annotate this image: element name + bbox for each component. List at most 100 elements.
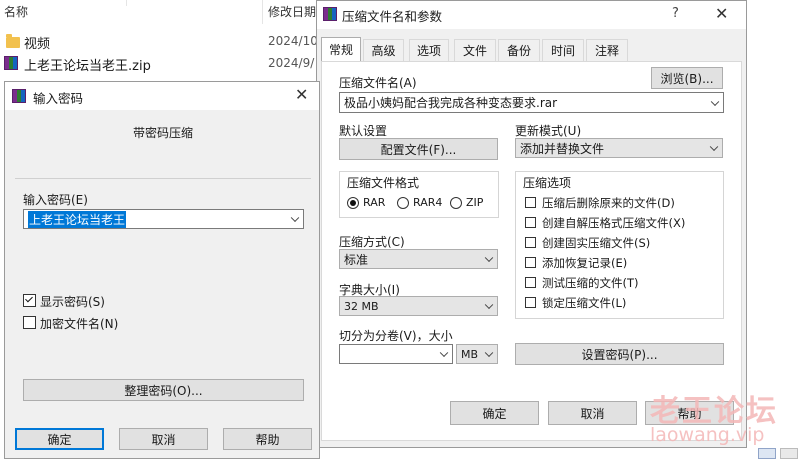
column-header-date[interactable]: 修改日期 <box>268 3 316 20</box>
split-volume-input[interactable] <box>339 344 453 364</box>
chevron-down-icon[interactable] <box>439 348 449 358</box>
close-icon[interactable]: ✕ <box>715 4 728 23</box>
radio-unselected <box>450 197 462 209</box>
option-test-archive[interactable]: 测试压缩的文件(T) <box>525 275 720 291</box>
option-label: 添加恢复记录(E) <box>542 256 628 270</box>
password-field-label: 输入密码(E) <box>23 193 88 207</box>
checkbox-checked <box>23 294 36 307</box>
option-lock-archive[interactable]: 锁定压缩文件(L) <box>525 295 720 311</box>
format-zip-label: ZIP <box>466 196 484 209</box>
option-recovery-record[interactable]: 添加恢复记录(E) <box>525 255 720 271</box>
help-icon[interactable]: ? <box>672 6 679 21</box>
tab-comment[interactable]: 注释 <box>586 39 628 61</box>
option-sfx[interactable]: 创建自解压格式压缩文件(X) <box>525 215 720 231</box>
archive-name-label: 压缩文件名(A) <box>339 76 417 90</box>
chevron-down-icon <box>484 300 494 310</box>
checkbox <box>23 316 36 329</box>
default-settings-label: 默认设置 <box>339 124 388 138</box>
update-mode-label: 更新模式(U) <box>515 124 582 138</box>
title-bar[interactable]: 输入密码 ✕ <box>5 82 319 110</box>
chevron-down-icon <box>484 253 494 263</box>
file-name: 上老王论坛当老王.zip <box>24 59 151 74</box>
checkbox <box>525 217 536 228</box>
dictionary-size-select[interactable]: 32 MB <box>339 296 498 316</box>
format-rar-radio[interactable]: RAR <box>347 196 395 211</box>
cancel-button[interactable]: 取消 <box>119 428 208 450</box>
chevron-down-icon <box>484 348 494 358</box>
browse-button[interactable]: 浏览(B)... <box>651 67 723 89</box>
column-divider[interactable] <box>262 0 263 24</box>
archive-name-input[interactable]: 极品小姨妈配合我完成各种变态要求.rar <box>339 92 724 113</box>
tab-time[interactable]: 时间 <box>542 39 584 61</box>
password-value: 上老王论坛当老王 <box>28 210 127 228</box>
title-bar[interactable]: 压缩文件名和参数 ? ✕ <box>317 1 746 29</box>
folder-icon <box>6 34 20 48</box>
ok-button[interactable]: 确定 <box>450 401 539 425</box>
column-header-name[interactable]: 名称 <box>4 3 28 20</box>
file-name: 视频 <box>24 37 51 52</box>
ok-button[interactable]: 确定 <box>15 428 104 450</box>
password-dialog: 输入密码 ✕ 带密码压缩 输入密码(E) 上老王论坛当老王 显示密码(S) 加密… <box>4 81 320 459</box>
option-label: 测试压缩的文件(T) <box>542 276 639 290</box>
compression-method-value: 标准 <box>344 252 369 267</box>
chevron-down-icon[interactable] <box>290 213 300 223</box>
set-password-button[interactable]: 设置密码(P)... <box>515 343 724 365</box>
option-label: 压缩后删除原来的文件(D) <box>542 196 675 210</box>
tab-strip: 常规 高级 选项 文件 备份 时间 注释 <box>321 37 741 61</box>
split-volume-label: 切分为分卷(V)，大小 <box>339 329 453 343</box>
show-password-checkbox[interactable]: 显示密码(S) <box>23 292 173 309</box>
format-rar4-radio[interactable]: RAR4 <box>397 196 449 211</box>
cancel-button[interactable]: 取消 <box>548 401 637 425</box>
option-delete-after[interactable]: 压缩后删除原来的文件(D) <box>525 195 720 211</box>
list-item[interactable]: 上老王论坛当老王.zip 2024/9/ <box>0 52 318 74</box>
checkbox <box>525 237 536 248</box>
tab-general[interactable]: 常规 <box>321 37 361 61</box>
checkbox <box>525 257 536 268</box>
split-unit-select[interactable]: MB <box>456 344 498 364</box>
archive-name-value: 极品小姨妈配合我完成各种变态要求.rar <box>344 96 558 110</box>
archive-name-dialog: 压缩文件名和参数 ? ✕ 常规 高级 选项 文件 备份 时间 注释 压缩文件名(… <box>316 0 747 448</box>
chevron-down-icon[interactable] <box>710 97 720 106</box>
archive-icon <box>4 56 18 70</box>
close-icon[interactable]: ✕ <box>295 85 308 104</box>
watermark-url: laowang.vip <box>650 424 765 446</box>
format-zip-radio[interactable]: ZIP <box>450 196 495 211</box>
format-rar4-label: RAR4 <box>413 196 443 209</box>
organize-passwords-button[interactable]: 整理密码(O)... <box>23 379 304 401</box>
password-input[interactable]: 上老王论坛当老王 <box>23 209 304 229</box>
dictionary-size-value: 32 MB <box>344 299 379 313</box>
chevron-down-icon <box>709 142 719 152</box>
tab-files[interactable]: 文件 <box>454 39 496 61</box>
tab-advanced[interactable]: 高级 <box>363 39 404 61</box>
column-divider <box>126 0 127 6</box>
radio-unselected <box>397 197 409 209</box>
compression-method-select[interactable]: 标准 <box>339 249 498 269</box>
option-label: 创建自解压格式压缩文件(X) <box>542 216 686 230</box>
update-mode-select[interactable]: 添加并替换文件 <box>515 138 723 158</box>
winrar-icon <box>12 89 26 103</box>
radio-selected <box>347 197 359 209</box>
dialog-title: 压缩文件名和参数 <box>342 9 443 24</box>
tab-options[interactable]: 选项 <box>409 39 449 61</box>
option-label: 创建固实压缩文件(S) <box>542 236 651 250</box>
tab-backup[interactable]: 备份 <box>498 39 540 61</box>
tiles-view-icon[interactable] <box>780 448 798 459</box>
file-date: 2024/9/ <box>268 56 315 70</box>
file-date: 2024/10 <box>268 34 318 48</box>
show-password-label: 显示密码(S) <box>40 295 105 309</box>
encrypt-filenames-checkbox[interactable]: 加密文件名(N) <box>23 314 173 331</box>
compression-options-label: 压缩选项 <box>523 176 572 190</box>
list-item[interactable]: 视频 2024/10 <box>0 30 318 52</box>
dialog-title: 输入密码 <box>33 91 84 106</box>
compression-method-label: 压缩方式(C) <box>339 235 405 249</box>
checkbox <box>525 277 536 288</box>
format-rar-label: RAR <box>363 196 386 209</box>
archive-format-label: 压缩文件格式 <box>347 176 420 190</box>
option-solid[interactable]: 创建固实压缩文件(S) <box>525 235 720 251</box>
help-button[interactable]: 帮助 <box>223 428 312 450</box>
details-view-icon[interactable] <box>758 448 776 459</box>
winrar-icon <box>323 7 337 21</box>
profiles-button[interactable]: 配置文件(F)... <box>339 138 498 160</box>
encrypt-filenames-label: 加密文件名(N) <box>40 317 119 331</box>
checkbox <box>525 297 536 308</box>
